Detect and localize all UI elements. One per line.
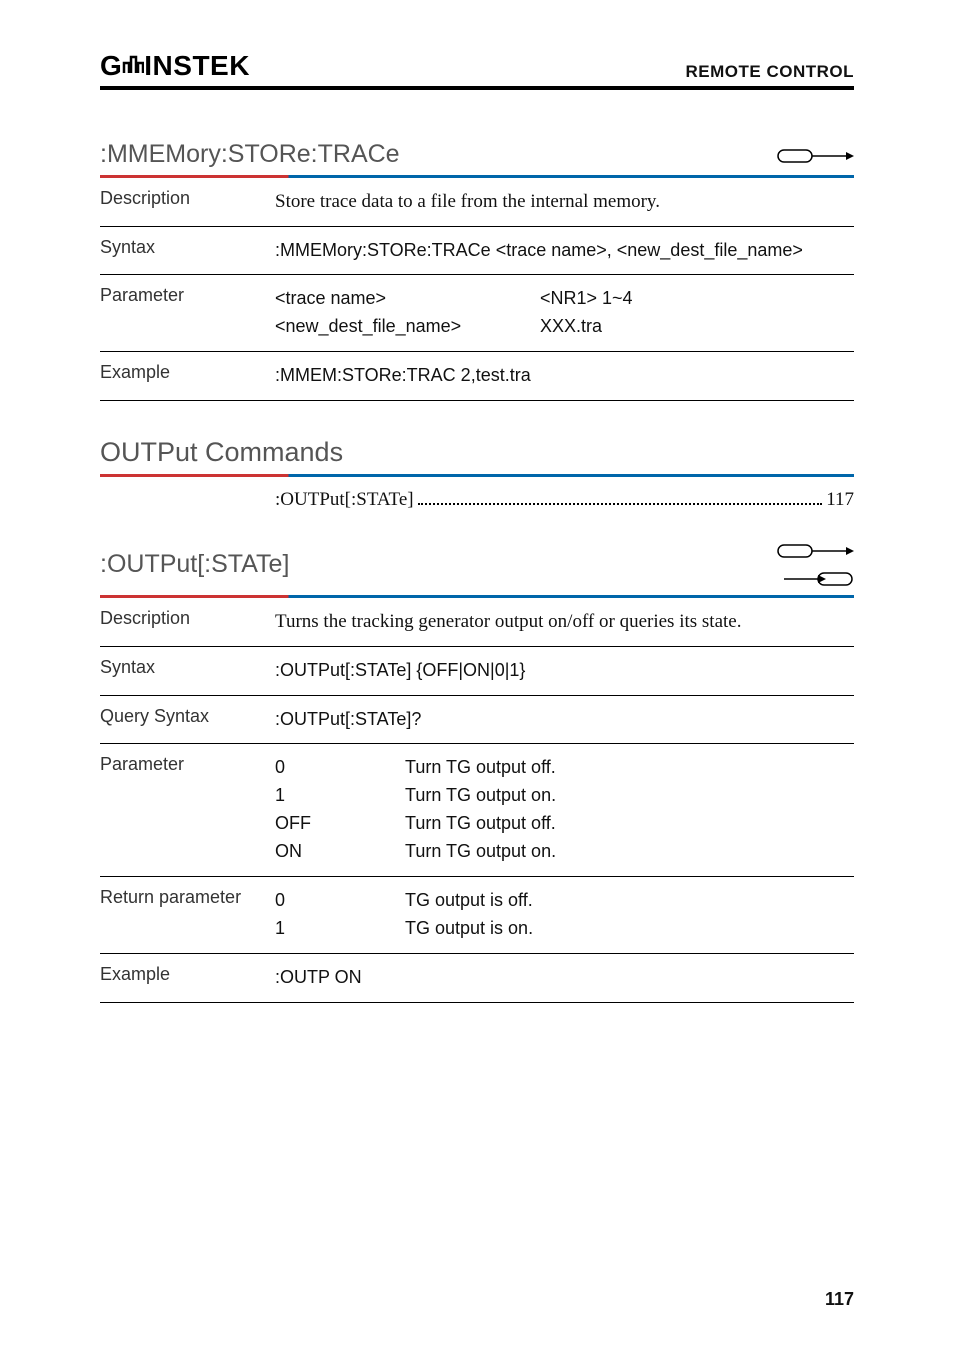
page-header: GINSTEK REMOTE CONTROL <box>100 50 854 82</box>
syntax-text: :MMEMory:STORe:TRACe <trace name>, <new_… <box>275 237 854 265</box>
brand-logo: GINSTEK <box>100 50 250 82</box>
parameter-label: Parameter <box>100 754 275 775</box>
return-desc: TG output is on. <box>405 915 854 943</box>
parameter-row: Parameter <trace name> <NR1> 1~4 <new_de… <box>100 275 854 351</box>
divider <box>100 400 854 401</box>
parameter-label: Parameter <box>100 285 275 306</box>
description-label: Description <box>100 608 275 629</box>
parameter-body: <trace name> <NR1> 1~4 <new_dest_file_na… <box>275 285 854 341</box>
param-value: XXX.tra <box>540 313 854 341</box>
command-title-text: :MMEMory:STORe:TRACe <box>100 140 400 169</box>
command-title-output-state: :OUTPut[:STATe] <box>100 539 854 589</box>
parameter-body: 0Turn TG output off. 1Turn TG output on.… <box>275 754 854 866</box>
return-value: 0 <box>275 887 405 915</box>
param-desc: Turn TG output off. <box>405 810 854 838</box>
description-label: Description <box>100 188 275 209</box>
header-section-title: REMOTE CONTROL <box>686 62 855 82</box>
set-query-icon <box>776 539 854 589</box>
command-title-text: :OUTPut[:STATe] <box>100 550 289 579</box>
color-rule <box>100 474 854 477</box>
example-row: Example :MMEM:STORe:TRAC 2,test.tra <box>100 352 854 400</box>
command-title-store-trace: :MMEMory:STORe:TRACe <box>100 140 854 169</box>
return-desc: TG output is off. <box>405 887 854 915</box>
example-text: :MMEM:STORe:TRAC 2,test.tra <box>275 362 854 390</box>
description-row: Description Turns the tracking generator… <box>100 598 854 646</box>
example-label: Example <box>100 964 275 985</box>
return-parameter-row: Return parameter 0TG output is off. 1TG … <box>100 877 854 953</box>
example-text: :OUTP ON <box>275 964 854 992</box>
syntax-label: Syntax <box>100 237 275 258</box>
syntax-label: Syntax <box>100 657 275 678</box>
param-desc: Turn TG output on. <box>405 838 854 866</box>
syntax-row: Syntax :OUTPut[:STATe] {OFF|ON|0|1} <box>100 647 854 695</box>
divider <box>100 1002 854 1003</box>
toc-leader-dots <box>418 503 823 505</box>
syntax-text: :OUTPut[:STATe] {OFF|ON|0|1} <box>275 657 854 685</box>
param-value: ON <box>275 838 405 866</box>
param-value: 1 <box>275 782 405 810</box>
toc-page: 117 <box>826 489 854 511</box>
return-parameter-body: 0TG output is off. 1TG output is on. <box>275 887 854 943</box>
toc-entry: :OUTPut[:STATe] 117 <box>275 489 854 511</box>
description-text: Turns the tracking generator output on/o… <box>275 608 854 636</box>
header-rule <box>100 86 854 90</box>
parameter-row: Parameter 0Turn TG output off. 1Turn TG … <box>100 744 854 876</box>
param-name: <trace name> <box>275 285 540 313</box>
description-text: Store trace data to a file from the inte… <box>275 188 854 216</box>
section-title-output: OUTPut Commands <box>100 437 854 468</box>
param-value: <NR1> 1~4 <box>540 285 854 313</box>
return-parameter-label: Return parameter <box>100 887 275 908</box>
param-desc: Turn TG output on. <box>405 782 854 810</box>
query-syntax-text: :OUTPut[:STATe]? <box>275 706 854 734</box>
param-desc: Turn TG output off. <box>405 754 854 782</box>
return-value: 1 <box>275 915 405 943</box>
toc-item: :OUTPut[:STATe] <box>275 489 414 511</box>
param-value: 0 <box>275 754 405 782</box>
example-row: Example :OUTP ON <box>100 954 854 1002</box>
syntax-row: Syntax :MMEMory:STORe:TRACe <trace name>… <box>100 227 854 275</box>
query-syntax-row: Query Syntax :OUTPut[:STATe]? <box>100 696 854 744</box>
param-name: <new_dest_file_name> <box>275 313 540 341</box>
description-row: Description Store trace data to a file f… <box>100 178 854 226</box>
example-label: Example <box>100 362 275 383</box>
param-value: OFF <box>275 810 405 838</box>
query-syntax-label: Query Syntax <box>100 706 275 727</box>
set-icon <box>776 144 854 166</box>
page-number: 117 <box>825 1289 854 1310</box>
